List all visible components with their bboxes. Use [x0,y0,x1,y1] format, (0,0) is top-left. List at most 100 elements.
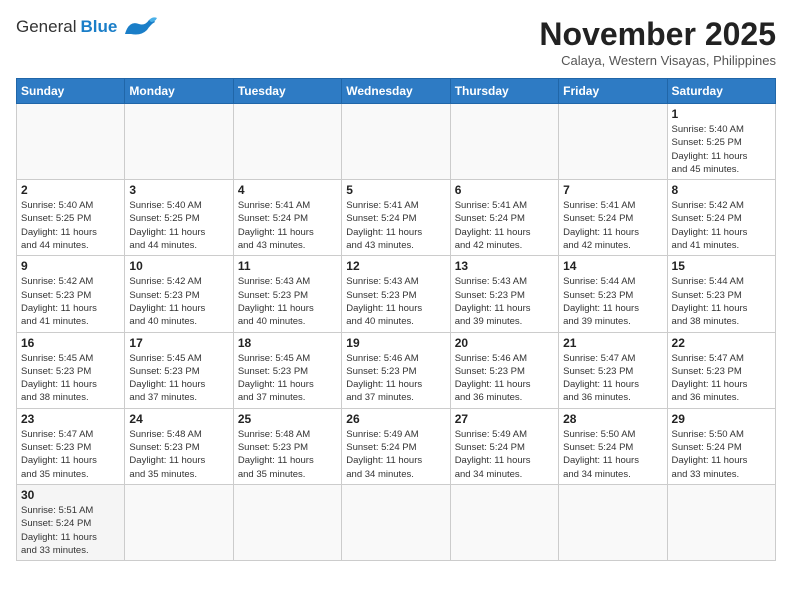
day-info: Sunrise: 5:48 AM Sunset: 5:23 PM Dayligh… [129,428,228,481]
calendar-cell: 19Sunrise: 5:46 AM Sunset: 5:23 PM Dayli… [342,332,450,408]
day-number: 17 [129,336,228,350]
calendar-cell: 1Sunrise: 5:40 AM Sunset: 5:25 PM Daylig… [667,104,775,180]
calendar-cell: 21 Sunrise: 5:47 AM Sunset: 5:23 PM Dayli… [559,332,667,408]
day-number: 30 [21,488,120,502]
calendar-cell: 10Sunrise: 5:42 AM Sunset: 5:23 PM Dayli… [125,256,233,332]
calendar-cell: 2 Sunrise: 5:40 AM Sunset: 5:25 PM Daylig… [17,180,125,256]
day-info: Sunrise: 5:42 AM Sunset: 5:23 PM Dayligh… [21,275,120,328]
calendar-cell [17,104,125,180]
day-number: 6 [455,183,554,197]
logo-blue-text: Blue [80,17,117,37]
calendar-cell: 30Sunrise: 5:51 AM Sunset: 5:24 PM Dayli… [17,484,125,560]
logo: General Blue [16,16,157,38]
calendar-cell: 16 Sunrise: 5:45 AM Sunset: 5:23 PM Dayli… [17,332,125,408]
calendar-week-2: 2 Sunrise: 5:40 AM Sunset: 5:25 PM Daylig… [17,180,776,256]
day-number: 16 [21,336,120,350]
day-info: Sunrise: 5:43 AM Sunset: 5:23 PM Dayligh… [455,275,554,328]
day-info: Sunrise: 5:47 AM Sunset: 5:23 PM Dayligh… [21,428,120,481]
day-number: 18 [238,336,337,350]
calendar-week-1: 1Sunrise: 5:40 AM Sunset: 5:25 PM Daylig… [17,104,776,180]
calendar-cell [125,484,233,560]
calendar-cell: 9 Sunrise: 5:42 AM Sunset: 5:23 PM Daylig… [17,256,125,332]
day-number: 11 [238,259,337,273]
calendar-cell [233,484,341,560]
calendar-week-5: 23 Sunrise: 5:47 AM Sunset: 5:23 PM Dayli… [17,408,776,484]
day-number: 13 [455,259,554,273]
day-number: 12 [346,259,445,273]
day-info: Sunrise: 5:44 AM Sunset: 5:23 PM Dayligh… [563,275,662,328]
day-info: Sunrise: 5:47 AM Sunset: 5:23 PM Dayligh… [563,352,662,405]
day-info: Sunrise: 5:50 AM Sunset: 5:24 PM Dayligh… [672,428,771,481]
day-info: Sunrise: 5:40 AM Sunset: 5:25 PM Dayligh… [21,199,120,252]
calendar-cell [450,484,558,560]
location-text: Calaya, Western Visayas, Philippines [539,53,776,68]
day-number: 19 [346,336,445,350]
day-number: 15 [672,259,771,273]
calendar-cell: 4 Sunrise: 5:41 AM Sunset: 5:24 PM Daylig… [233,180,341,256]
weekday-header-saturday: Saturday [667,79,775,104]
calendar-cell: 11 Sunrise: 5:43 AM Sunset: 5:23 PM Dayli… [233,256,341,332]
day-info: Sunrise: 5:47 AM Sunset: 5:23 PM Dayligh… [672,352,771,405]
calendar-cell: 25Sunrise: 5:48 AM Sunset: 5:23 PM Dayli… [233,408,341,484]
weekday-header-monday: Monday [125,79,233,104]
calendar-cell: 3 Sunrise: 5:40 AM Sunset: 5:25 PM Daylig… [125,180,233,256]
calendar-cell: 26Sunrise: 5:49 AM Sunset: 5:24 PM Dayli… [342,408,450,484]
calendar-cell [233,104,341,180]
day-number: 4 [238,183,337,197]
day-info: Sunrise: 5:43 AM Sunset: 5:23 PM Dayligh… [346,275,445,328]
calendar-cell [342,484,450,560]
calendar-cell: 17 Sunrise: 5:45 AM Sunset: 5:23 PM Dayli… [125,332,233,408]
day-number: 24 [129,412,228,426]
weekday-header-sunday: Sunday [17,79,125,104]
day-number: 25 [238,412,337,426]
day-number: 29 [672,412,771,426]
calendar-cell: 8Sunrise: 5:42 AM Sunset: 5:24 PM Daylig… [667,180,775,256]
day-number: 2 [21,183,120,197]
calendar-week-3: 9 Sunrise: 5:42 AM Sunset: 5:23 PM Daylig… [17,256,776,332]
day-info: Sunrise: 5:45 AM Sunset: 5:23 PM Dayligh… [21,352,120,405]
logo-bird-icon [121,16,157,38]
calendar-cell [559,104,667,180]
calendar-week-4: 16 Sunrise: 5:45 AM Sunset: 5:23 PM Dayli… [17,332,776,408]
calendar-cell: 22 Sunrise: 5:47 AM Sunset: 5:23 PM Dayli… [667,332,775,408]
day-info: Sunrise: 5:40 AM Sunset: 5:25 PM Dayligh… [129,199,228,252]
calendar-header: SundayMondayTuesdayWednesdayThursdayFrid… [17,79,776,104]
calendar-cell: 29 Sunrise: 5:50 AM Sunset: 5:24 PM Dayli… [667,408,775,484]
day-info: Sunrise: 5:45 AM Sunset: 5:23 PM Dayligh… [129,352,228,405]
calendar-cell: 7Sunrise: 5:41 AM Sunset: 5:24 PM Daylig… [559,180,667,256]
calendar-cell [667,484,775,560]
calendar-cell: 28Sunrise: 5:50 AM Sunset: 5:24 PM Dayli… [559,408,667,484]
weekday-header-wednesday: Wednesday [342,79,450,104]
day-number: 3 [129,183,228,197]
calendar-cell: 6Sunrise: 5:41 AM Sunset: 5:24 PM Daylig… [450,180,558,256]
day-number: 10 [129,259,228,273]
calendar-cell: 13 Sunrise: 5:43 AM Sunset: 5:23 PM Dayli… [450,256,558,332]
day-info: Sunrise: 5:40 AM Sunset: 5:25 PM Dayligh… [672,123,771,176]
day-info: Sunrise: 5:43 AM Sunset: 5:23 PM Dayligh… [238,275,337,328]
day-number: 22 [672,336,771,350]
day-number: 23 [21,412,120,426]
day-info: Sunrise: 5:49 AM Sunset: 5:24 PM Dayligh… [346,428,445,481]
day-info: Sunrise: 5:45 AM Sunset: 5:23 PM Dayligh… [238,352,337,405]
calendar-cell [125,104,233,180]
day-info: Sunrise: 5:49 AM Sunset: 5:24 PM Dayligh… [455,428,554,481]
logo-general-text: General [16,17,76,37]
weekday-header-friday: Friday [559,79,667,104]
calendar-cell: 20Sunrise: 5:46 AM Sunset: 5:23 PM Dayli… [450,332,558,408]
day-number: 20 [455,336,554,350]
day-number: 27 [455,412,554,426]
page-header: General Blue November 2025 Calaya, Weste… [16,16,776,68]
calendar-cell: 18 Sunrise: 5:45 AM Sunset: 5:23 PM Dayli… [233,332,341,408]
day-info: Sunrise: 5:41 AM Sunset: 5:24 PM Dayligh… [563,199,662,252]
calendar-cell: 5Sunrise: 5:41 AM Sunset: 5:24 PM Daylig… [342,180,450,256]
calendar-week-6: 30Sunrise: 5:51 AM Sunset: 5:24 PM Dayli… [17,484,776,560]
weekday-header-thursday: Thursday [450,79,558,104]
day-number: 9 [21,259,120,273]
calendar-body: 1Sunrise: 5:40 AM Sunset: 5:25 PM Daylig… [17,104,776,561]
day-number: 21 [563,336,662,350]
day-info: Sunrise: 5:44 AM Sunset: 5:23 PM Dayligh… [672,275,771,328]
day-number: 28 [563,412,662,426]
calendar-cell [559,484,667,560]
day-info: Sunrise: 5:41 AM Sunset: 5:24 PM Dayligh… [346,199,445,252]
day-info: Sunrise: 5:41 AM Sunset: 5:24 PM Dayligh… [238,199,337,252]
